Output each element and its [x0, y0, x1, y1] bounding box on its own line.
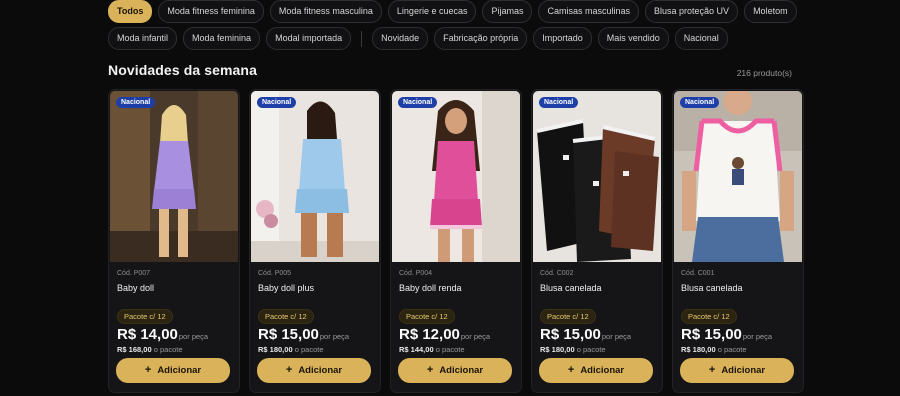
- unit-label: por peça: [319, 332, 350, 341]
- product-name: Baby doll plus: [258, 283, 315, 293]
- product-card[interactable]: Nacional Cód. P005 Baby doll plus Pacote…: [249, 89, 381, 393]
- product-code: Cód. P007: [117, 270, 151, 277]
- pack-price: R$ 180,00 o pacote: [540, 345, 606, 354]
- plus-icon: +: [708, 364, 716, 376]
- filter-chip-lingerie-cuecas[interactable]: Lingerie e cuecas: [387, 0, 477, 23]
- add-to-cart-button[interactable]: + Adicionar: [539, 358, 653, 383]
- unit-label: por peça: [601, 332, 632, 341]
- filter-chip-importado[interactable]: Importado: [533, 27, 592, 50]
- product-image[interactable]: Nacional: [392, 91, 520, 262]
- price: R$ 14,00 por peça: [117, 326, 208, 343]
- filter-chip-mais-vendido[interactable]: Mais vendido: [597, 27, 669, 50]
- origin-badge: Nacional: [539, 97, 579, 108]
- product-name: Blusa canelada: [681, 283, 743, 293]
- plus-icon: +: [567, 364, 575, 376]
- product-card[interactable]: Nacional Cód. P004 Baby doll renda Pacot…: [390, 89, 522, 393]
- add-label: Adicionar: [298, 365, 343, 376]
- product-image[interactable]: Nacional: [674, 91, 802, 262]
- filter-chip-blusa-protecao-uv[interactable]: Blusa proteção UV: [645, 0, 739, 23]
- price: R$ 15,00 por peça: [258, 326, 349, 343]
- pack-total-label: o pacote: [153, 345, 183, 354]
- pack-total: R$ 180,00: [258, 345, 293, 354]
- product-name: Blusa canelada: [540, 283, 602, 293]
- plus-icon: +: [426, 364, 434, 376]
- price: R$ 12,00 por peça: [399, 326, 490, 343]
- pack-total-label: o pacote: [576, 345, 606, 354]
- unit-label: por peça: [178, 332, 209, 341]
- pack-price: R$ 168,00 o pacote: [117, 345, 183, 354]
- product-image[interactable]: Nacional: [533, 91, 661, 262]
- origin-badge: Nacional: [116, 97, 156, 108]
- filter-chip-moda-fitness-masculina[interactable]: Moda fitness masculina: [269, 0, 382, 23]
- product-code: Cód. P005: [258, 270, 292, 277]
- filter-chip-moletom[interactable]: Moletom: [744, 0, 797, 23]
- product-image[interactable]: Nacional: [110, 91, 238, 262]
- product-code: Cód. C002: [540, 270, 574, 277]
- unit-price: R$ 12,00: [399, 326, 460, 343]
- product-image[interactable]: Nacional: [251, 91, 379, 262]
- origin-badge: Nacional: [680, 97, 720, 108]
- add-to-cart-button[interactable]: + Adicionar: [257, 358, 371, 383]
- pack-total-label: o pacote: [294, 345, 324, 354]
- pack-badge: Pacote c/ 12: [258, 309, 314, 324]
- pack-total-label: o pacote: [717, 345, 747, 354]
- pack-price: R$ 180,00 o pacote: [258, 345, 324, 354]
- product-code: Cód. C001: [681, 270, 715, 277]
- add-label: Adicionar: [580, 365, 625, 376]
- pack-badge: Pacote c/ 12: [117, 309, 173, 324]
- unit-price: R$ 14,00: [117, 326, 178, 343]
- filter-chip-novidade[interactable]: Novidade: [372, 27, 429, 50]
- plus-icon: +: [144, 364, 152, 376]
- origin-badge: Nacional: [257, 97, 297, 108]
- pack-total: R$ 144,00: [399, 345, 434, 354]
- add-to-cart-button[interactable]: + Adicionar: [398, 358, 512, 383]
- unit-price: R$ 15,00: [681, 326, 742, 343]
- product-count: 216 produto(s): [736, 68, 792, 78]
- filter-divider: [361, 30, 363, 47]
- pack-badge: Pacote c/ 12: [399, 309, 455, 324]
- unit-label: por peça: [742, 332, 773, 341]
- plus-icon: +: [285, 364, 293, 376]
- product-code: Cód. P004: [399, 270, 433, 277]
- unit-price: R$ 15,00: [258, 326, 319, 343]
- pack-badge: Pacote c/ 12: [540, 309, 596, 324]
- add-label: Adicionar: [439, 365, 484, 376]
- section-title: Novidades da semana: [108, 62, 257, 78]
- filter-chip-nacional[interactable]: Nacional: [674, 27, 728, 50]
- filter-chip-camisas-masculinas[interactable]: Camisas masculinas: [538, 0, 640, 23]
- pack-price: R$ 144,00 o pacote: [399, 345, 465, 354]
- product-name: Baby doll: [117, 283, 155, 293]
- filter-chip-todos[interactable]: Todos: [108, 0, 153, 23]
- product-card[interactable]: Nacional Cód. C001 Blusa canelada Pacote…: [672, 89, 804, 393]
- product-grid: Nacional Cód. P007 Baby doll Pacote c/ 1…: [108, 89, 804, 393]
- pack-price: R$ 180,00 o pacote: [681, 345, 747, 354]
- pack-total: R$ 180,00: [540, 345, 575, 354]
- product-card[interactable]: Nacional Cód. P007 Baby doll Pacote c/ 1…: [108, 89, 240, 393]
- add-to-cart-button[interactable]: + Adicionar: [116, 358, 230, 383]
- pack-total: R$ 168,00: [117, 345, 152, 354]
- product-name: Baby doll renda: [399, 283, 462, 293]
- pack-badge: Pacote c/ 12: [681, 309, 737, 324]
- add-label: Adicionar: [157, 365, 202, 376]
- filter-row-secondary: Moda infantil Moda feminina Modal import…: [108, 27, 728, 50]
- filter-chip-modal-importada[interactable]: Modal importada: [266, 27, 352, 50]
- unit-price: R$ 15,00: [540, 326, 601, 343]
- filter-chip-pijamas[interactable]: Pijamas: [482, 0, 533, 23]
- product-card[interactable]: Nacional Cód. C002 Blusa canelada Pacote…: [531, 89, 663, 393]
- price: R$ 15,00 por peça: [540, 326, 631, 343]
- filter-chip-moda-fitness-feminina[interactable]: Moda fitness feminina: [158, 0, 264, 23]
- filter-chip-moda-infantil[interactable]: Moda infantil: [108, 27, 178, 50]
- unit-label: por peça: [460, 332, 491, 341]
- price: R$ 15,00 por peça: [681, 326, 772, 343]
- pack-total: R$ 180,00: [681, 345, 716, 354]
- add-to-cart-button[interactable]: + Adicionar: [680, 358, 794, 383]
- origin-badge: Nacional: [398, 97, 438, 108]
- filter-chip-moda-feminina[interactable]: Moda feminina: [183, 27, 261, 50]
- add-label: Adicionar: [721, 365, 766, 376]
- filter-row-primary: Todos Moda fitness feminina Moda fitness…: [108, 0, 797, 23]
- pack-total-label: o pacote: [435, 345, 465, 354]
- filter-chip-fabricacao-propria[interactable]: Fabricação própria: [434, 27, 528, 50]
